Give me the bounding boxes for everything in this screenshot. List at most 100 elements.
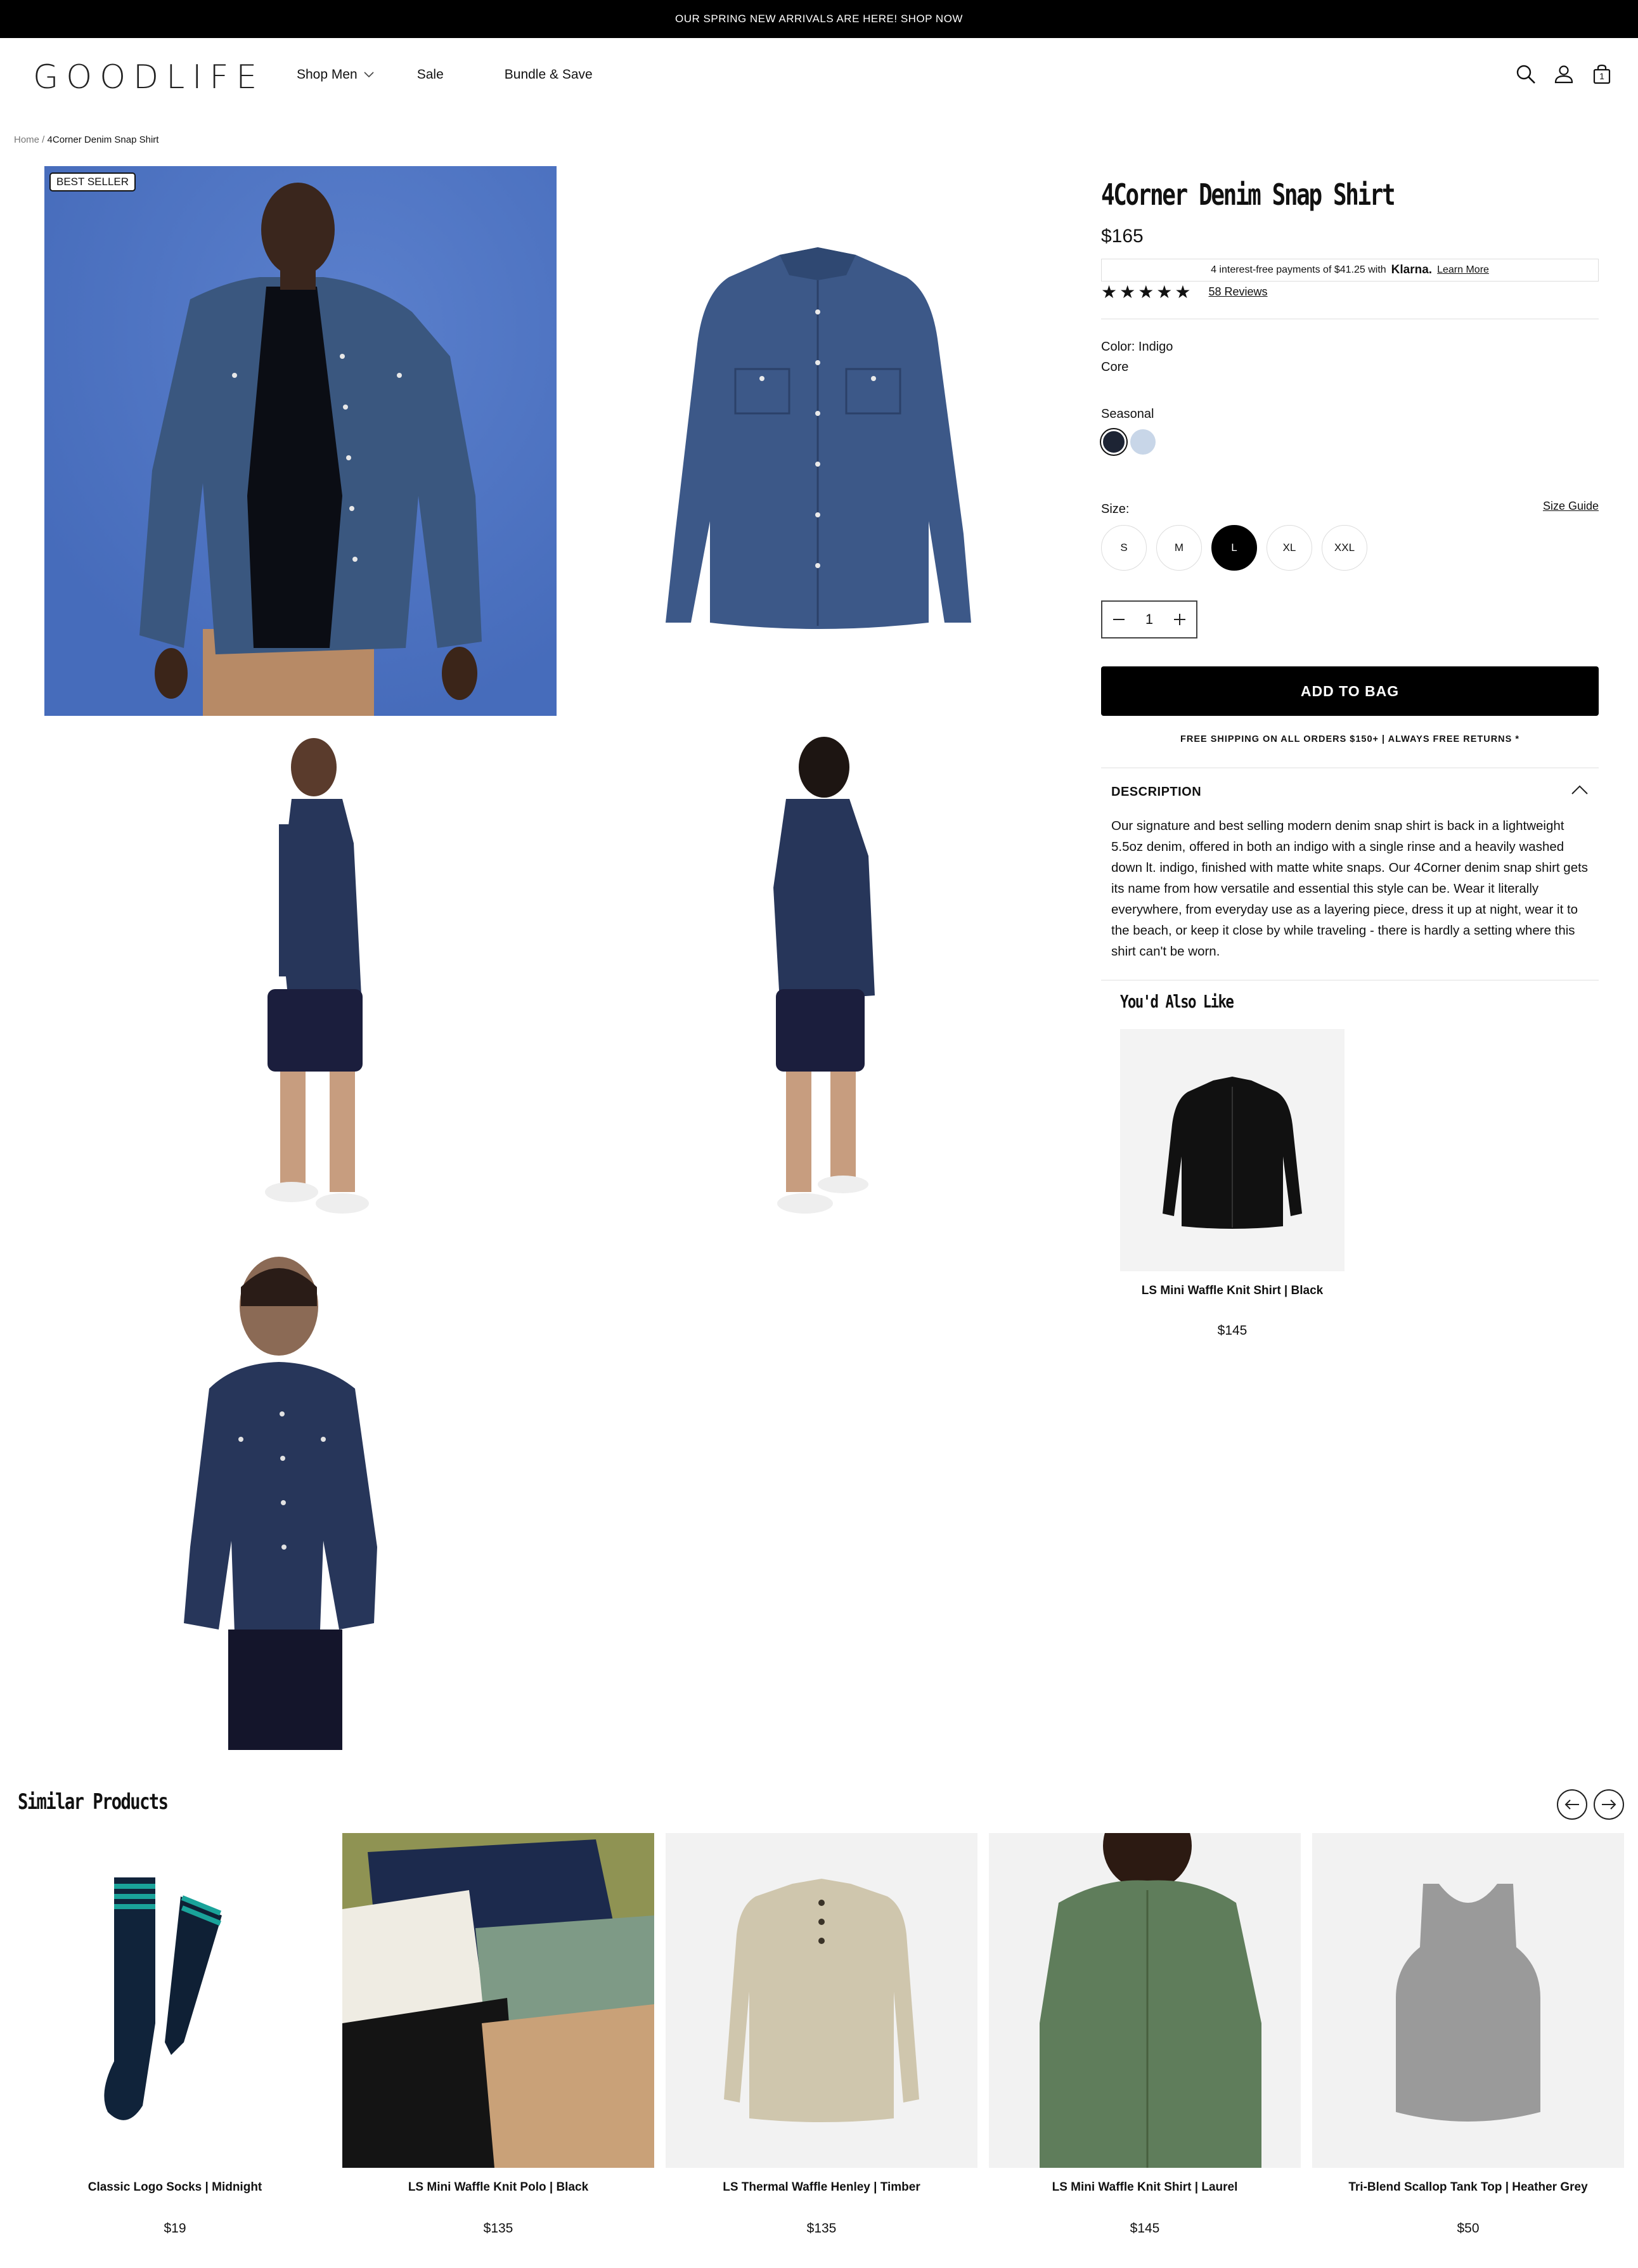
similar-product-name[interactable]: Classic Logo Socks | Midnight: [19, 2181, 331, 2194]
add-to-bag-button[interactable]: ADD TO BAG: [1101, 666, 1599, 716]
search-icon[interactable]: [1515, 63, 1537, 85]
similar-product-image[interactable]: [19, 1833, 331, 2168]
similar-product-image[interactable]: [666, 1833, 977, 2168]
reviews-link[interactable]: 58 Reviews: [1209, 285, 1268, 299]
bag-count: 1: [1599, 71, 1604, 81]
size-option-xxl[interactable]: XXL: [1322, 525, 1367, 571]
similar-product-image[interactable]: [1312, 1833, 1624, 2168]
size-option-s[interactable]: S: [1101, 525, 1147, 571]
minus-icon[interactable]: [1112, 612, 1126, 626]
model-side-left-photo: [265, 738, 369, 1214]
product-image-side-left[interactable]: [190, 729, 431, 1224]
similar-product-name[interactable]: LS Thermal Waffle Henley | Timber: [666, 2181, 977, 2194]
similar-product-card[interactable]: LS Mini Waffle Knit Polo | Black $135: [342, 1833, 654, 2236]
flat-denim-shirt-photo: [666, 247, 971, 629]
description-heading[interactable]: DESCRIPTION: [1111, 785, 1201, 800]
also-like-card[interactable]: LS Mini Waffle Knit Shirt | Black $145: [1120, 1029, 1345, 1338]
size-option-l[interactable]: L: [1211, 525, 1257, 571]
product-price: $165: [1101, 226, 1144, 247]
tank-top-photo: [1396, 1884, 1540, 2122]
size-label: Size:: [1101, 502, 1130, 516]
size-selector: S M L XL XXL: [1101, 525, 1367, 571]
seasonal-label: Seasonal: [1101, 407, 1154, 421]
size-option-m[interactable]: M: [1156, 525, 1202, 571]
swatch-light-indigo[interactable]: [1130, 429, 1156, 455]
similar-product-name[interactable]: LS Mini Waffle Knit Shirt | Laurel: [989, 2181, 1301, 2194]
quantity-value[interactable]: 1: [1145, 611, 1153, 628]
similar-product-price: $135: [806, 2221, 837, 2236]
klarna-text: 4 interest-free payments of $41.25 with: [1211, 264, 1386, 275]
chevron-up-icon[interactable]: [1571, 784, 1589, 795]
also-like-name[interactable]: LS Mini Waffle Knit Shirt | Black: [1120, 1284, 1345, 1298]
description-text: Our signature and best selling modern de…: [1111, 819, 1589, 959]
size-guide-link[interactable]: Size Guide: [1543, 500, 1599, 513]
best-seller-badge: BEST SELLER: [49, 172, 136, 191]
polo-stack-photo: [342, 1833, 654, 2168]
plus-icon[interactable]: [1173, 612, 1187, 626]
announcement-bar[interactable]: OUR SPRING NEW ARRIVALS ARE HERE! SHOP N…: [0, 0, 1638, 38]
similar-product-image[interactable]: [342, 1833, 654, 2168]
socks-photo: [104, 1877, 222, 2120]
similar-product-card[interactable]: LS Mini Waffle Knit Shirt | Laurel $145: [989, 1833, 1301, 2236]
similar-products-carousel: Classic Logo Socks | Midnight $19 LS Min…: [19, 1833, 1624, 2236]
product-image-hero[interactable]: BEST SELLER: [44, 166, 557, 716]
rating-stars-icon: ★★★★★: [1101, 282, 1194, 302]
model-side-right-photo: [773, 737, 875, 1214]
klarna-logo: Klarna.: [1391, 263, 1433, 276]
carousel-prev-button[interactable]: [1557, 1789, 1587, 1820]
nav-sale-label: Sale: [416, 67, 444, 82]
chevron-down-icon: [364, 72, 374, 78]
quantity-stepper: 1: [1101, 600, 1197, 638]
green-shirt-model-photo: [1040, 1833, 1261, 2168]
product-info-panel: 4Corner Denim Snap Shirt $165 4 interest…: [1101, 178, 1599, 1338]
site-logo[interactable]: GOODLIFE: [33, 58, 264, 96]
product-image-side-right[interactable]: [710, 729, 900, 1224]
product-image-flat[interactable]: [609, 166, 1027, 716]
header-icons: 1: [1515, 63, 1613, 85]
site-header: GOODLIFE Shop Men Sale Bundle & Save 1: [0, 38, 1638, 113]
bag-button[interactable]: 1: [1591, 63, 1613, 85]
color-label: Color: Indigo: [1101, 340, 1173, 354]
similar-products-title: Similar Products: [18, 1789, 169, 1815]
size-option-xl[interactable]: XL: [1267, 525, 1312, 571]
also-like-image[interactable]: [1120, 1029, 1345, 1271]
nav-bundle-label: Bundle & Save: [504, 67, 593, 82]
also-like-title: You'd Also Like: [1120, 991, 1234, 1012]
product-title: 4Corner Denim Snap Shirt: [1101, 178, 1396, 212]
nav-bundle-save[interactable]: Bundle & Save: [505, 67, 593, 82]
breadcrumb-separator: /: [39, 134, 48, 145]
shipping-note: FREE SHIPPING ON ALL ORDERS $150+ | ALWA…: [1180, 734, 1519, 744]
similar-product-card[interactable]: Classic Logo Socks | Midnight $19: [19, 1833, 331, 2236]
similar-product-card[interactable]: Tri-Blend Scallop Tank Top | Heather Gre…: [1312, 1833, 1624, 2236]
similar-product-price: $19: [164, 2221, 186, 2236]
similar-product-name[interactable]: LS Mini Waffle Knit Polo | Black: [342, 2181, 654, 2194]
klarna-learn-more-link[interactable]: Learn More: [1437, 264, 1489, 276]
similar-product-name[interactable]: Tri-Blend Scallop Tank Top | Heather Gre…: [1312, 2181, 1624, 2194]
arrow-left-icon: [1564, 1799, 1579, 1810]
carousel-next-button[interactable]: [1594, 1789, 1624, 1820]
breadcrumb-home[interactable]: Home: [14, 134, 39, 145]
divider: [1101, 318, 1599, 320]
announcement-text[interactable]: OUR SPRING NEW ARRIVALS ARE HERE! SHOP N…: [675, 13, 963, 25]
account-icon[interactable]: [1553, 63, 1575, 85]
divider: [1101, 980, 1599, 981]
color-swatches: [1101, 429, 1156, 455]
nav-shop-men-label: Shop Men: [297, 67, 358, 82]
model-denim-shirt-photo: [44, 166, 557, 716]
nav-shop-men[interactable]: Shop Men: [297, 67, 374, 82]
similar-product-image[interactable]: [989, 1833, 1301, 2168]
breadcrumb: Home / 4Corner Denim Snap Shirt: [14, 134, 158, 145]
product-image-front[interactable]: [165, 1249, 450, 1750]
divider: [1101, 767, 1599, 768]
black-shirt-photo: [1163, 1077, 1302, 1229]
similar-product-card[interactable]: LS Thermal Waffle Henley | Timber $135: [666, 1833, 977, 2236]
also-like-price: $145: [1217, 1323, 1248, 1338]
core-label: Core: [1101, 360, 1129, 374]
model-front-photo: [184, 1257, 377, 1750]
klarna-banner: 4 interest-free payments of $41.25 with …: [1101, 259, 1599, 282]
similar-product-price: $135: [483, 2221, 513, 2236]
nav-sale[interactable]: Sale: [417, 67, 444, 82]
swatch-indigo[interactable]: [1101, 429, 1126, 455]
similar-product-price: $50: [1457, 2221, 1480, 2236]
henley-photo: [724, 1879, 919, 2122]
